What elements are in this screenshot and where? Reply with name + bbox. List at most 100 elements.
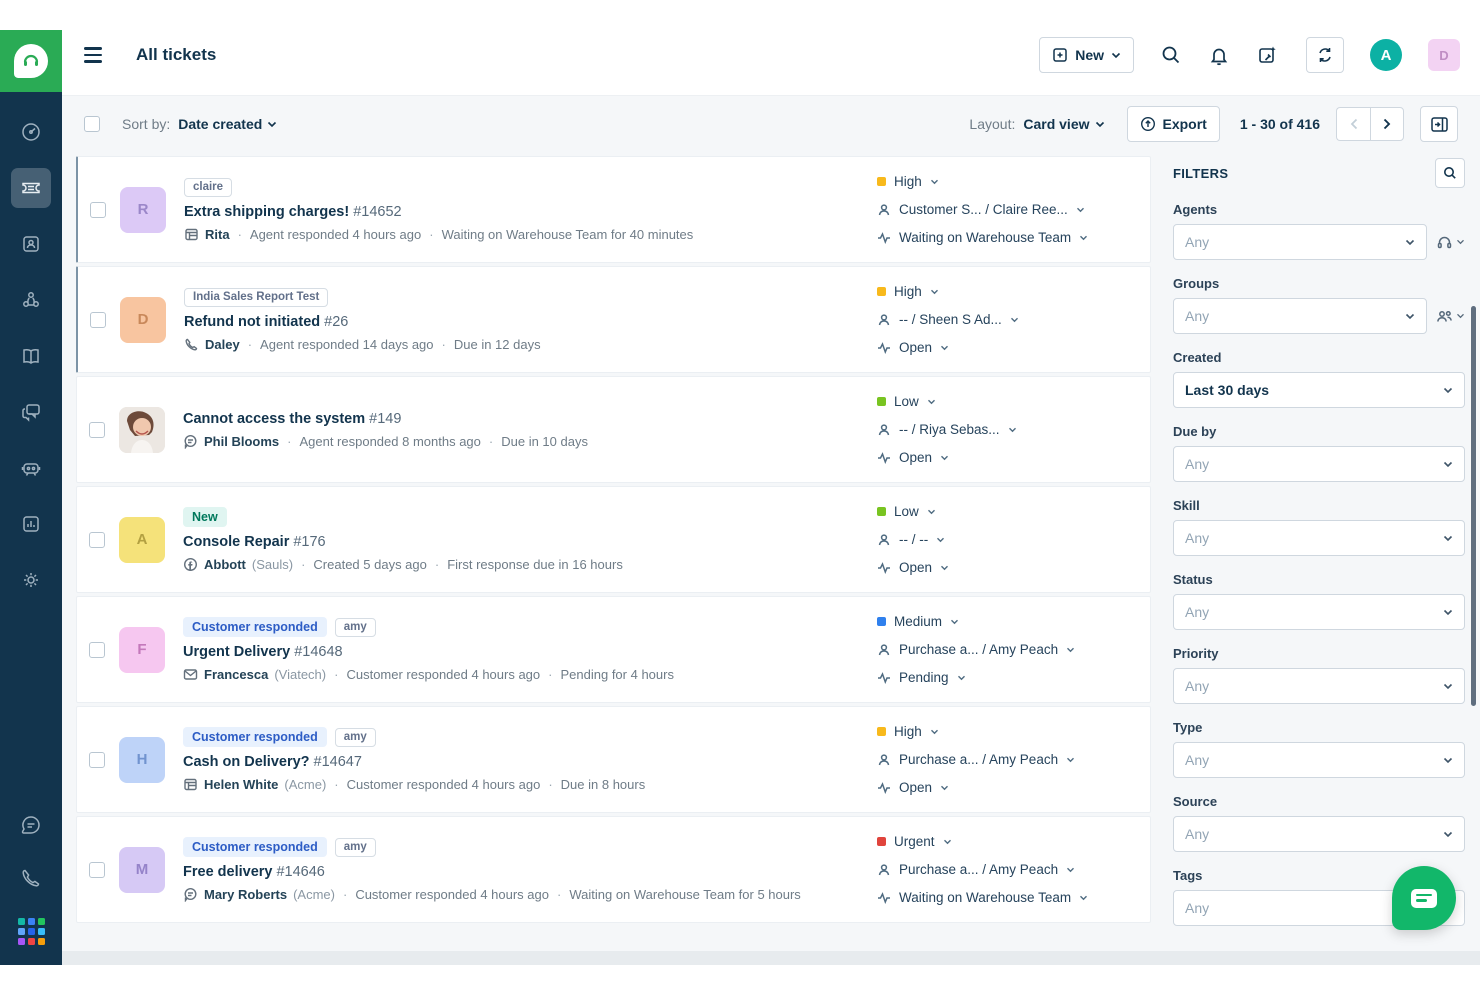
status-dropdown[interactable]: Open (877, 560, 1132, 575)
ticket-checkbox[interactable] (89, 531, 105, 548)
ticket-card[interactable]: H Customer responded amy Cash on Delivery… (76, 706, 1151, 813)
ticket-title-row[interactable]: Console Repair #176 (183, 534, 877, 550)
group-scope-dropdown[interactable] (1436, 309, 1465, 324)
meta-text: Agent responded 14 days ago (260, 336, 434, 352)
freshcaller-launcher[interactable] (20, 867, 42, 894)
ticket-checkbox[interactable] (90, 311, 106, 328)
priority-dropdown[interactable]: Medium (877, 614, 1132, 629)
ticket-card[interactable]: F Customer responded amy Urgent Delivery #… (76, 596, 1151, 703)
ticket-tag[interactable]: amy (334, 727, 376, 747)
status-value: Pending (899, 670, 949, 685)
ticket-card[interactable]: A New Console Repair #176 Abbott (Sauls) … (76, 486, 1151, 593)
select-all-checkbox[interactable] (84, 116, 100, 132)
sidebar-item-admin[interactable] (11, 560, 51, 600)
ticket-tag[interactable]: amy (334, 617, 376, 637)
prev-page-button[interactable] (1336, 107, 1370, 141)
sidebar-item-customers[interactable] (11, 280, 51, 320)
ticket-title-row[interactable]: Extra shipping charges! #14652 (184, 204, 877, 220)
chevron-down-icon (1067, 757, 1075, 762)
status-dropdown[interactable]: Waiting on Warehouse Team (877, 230, 1132, 245)
skill-select[interactable]: Any (1173, 520, 1465, 556)
freshchat-launcher[interactable] (19, 814, 43, 843)
ticket-checkbox[interactable] (89, 751, 105, 768)
priority-dropdown[interactable]: High (877, 724, 1132, 739)
ticket-card[interactable]: M Customer responded amy Free delivery #14… (76, 816, 1151, 923)
sort-by-dropdown[interactable]: Date created (178, 116, 277, 132)
ticket-checkbox[interactable] (89, 641, 105, 658)
due-by-select[interactable]: Any (1173, 446, 1465, 482)
app-switcher-icon[interactable] (17, 918, 45, 945)
sidebar-item-tickets[interactable] (11, 168, 51, 208)
assignee-dropdown[interactable]: Purchase a... / Amy Peach (877, 862, 1132, 877)
status-dropdown[interactable]: Open (877, 780, 1132, 795)
chat-widget-button[interactable] (1392, 866, 1456, 930)
priority-dropdown[interactable]: Urgent (877, 834, 1132, 849)
priority-dropdown[interactable]: Low (877, 394, 1132, 409)
status-dropdown[interactable]: Open (877, 450, 1132, 465)
assignee-dropdown[interactable]: -- / -- (877, 532, 1132, 547)
ticket-title: Urgent Delivery (183, 644, 291, 660)
groups-select[interactable]: Any (1173, 298, 1427, 334)
ticket-card[interactable]: D India Sales Report Test Refund not ini… (76, 266, 1151, 373)
assignee-value: Customer S... / Claire Ree... (899, 202, 1068, 217)
priority-dropdown[interactable]: Low (877, 504, 1132, 519)
filter-search-button[interactable] (1435, 158, 1465, 188)
horizontal-scrollbar-track[interactable] (62, 951, 1480, 965)
priority-select[interactable]: Any (1173, 668, 1465, 704)
global-search-button[interactable] (1160, 44, 1182, 66)
scrollbar-thumb[interactable] (1471, 306, 1476, 706)
ticket-tag[interactable]: claire (184, 177, 233, 197)
ticket-title-row[interactable]: Refund not initiated #26 (184, 314, 877, 330)
new-ticket-button[interactable]: New (1039, 37, 1134, 73)
agent-scope-dropdown[interactable] (1436, 234, 1465, 251)
ticket-title-row[interactable]: Cash on Delivery? #14647 (183, 754, 877, 770)
ticket-title-row[interactable]: Free delivery #14646 (183, 864, 877, 880)
created-select[interactable]: Last 30 days (1173, 372, 1465, 408)
status-dropdown[interactable]: Pending (877, 670, 1132, 685)
export-button[interactable]: Export (1126, 106, 1220, 142)
meta-text: Customer responded 4 hours ago (346, 777, 541, 792)
ticket-tag[interactable]: India Sales Report Test (184, 287, 329, 307)
ticket-card[interactable]: Cannot access the system #149 Phil Blooms… (76, 376, 1151, 483)
workspace-avatar[interactable]: A (1370, 39, 1402, 71)
portal-icon (184, 778, 197, 791)
source-select[interactable]: Any (1173, 816, 1465, 852)
type-select[interactable]: Any (1173, 742, 1465, 778)
collapse-ticket-list-icon[interactable] (84, 47, 104, 63)
next-page-button[interactable] (1370, 107, 1404, 141)
status-dropdown[interactable]: Waiting on Warehouse Team (877, 890, 1132, 905)
status-dropdown[interactable]: Open (877, 340, 1132, 355)
ticket-tag[interactable]: amy (334, 837, 376, 857)
agents-select[interactable]: Any (1173, 224, 1427, 260)
toggle-filter-panel-button[interactable] (1420, 106, 1458, 142)
ticket-title-row[interactable]: Urgent Delivery #14648 (183, 644, 877, 660)
ticket-card[interactable]: R claire Extra shipping charges! #14652 R… (76, 156, 1151, 263)
notifications-button[interactable] (1208, 44, 1230, 66)
assignee-dropdown[interactable]: -- / Sheen S Ad... (877, 312, 1132, 327)
user-avatar[interactable]: D (1428, 39, 1460, 71)
ticket-title-row[interactable]: Cannot access the system #149 (183, 411, 877, 427)
sidebar-item-forums[interactable] (11, 392, 51, 432)
ticket-checkbox[interactable] (89, 421, 105, 438)
sidebar-item-dashboard[interactable] (11, 112, 51, 152)
assignee-dropdown[interactable]: -- / Riya Sebas... (877, 422, 1132, 437)
ticket-checkbox[interactable] (90, 201, 106, 218)
priority-dropdown[interactable]: High (877, 174, 1132, 189)
layout-dropdown[interactable]: Card view (1023, 116, 1104, 132)
agent-icon (878, 753, 890, 765)
sync-button[interactable] (1306, 37, 1344, 73)
assignee-dropdown[interactable]: Customer S... / Claire Ree... (877, 202, 1132, 217)
sidebar-item-bots[interactable] (11, 448, 51, 488)
freshdesk-logo[interactable] (0, 30, 62, 92)
sidebar-item-contacts[interactable] (11, 224, 51, 264)
ticket-checkbox[interactable] (89, 861, 105, 878)
status-select[interactable]: Any (1173, 594, 1465, 630)
chevron-down-icon (951, 619, 959, 624)
copilot-button[interactable] (1256, 43, 1280, 67)
priority-dropdown[interactable]: High (877, 284, 1132, 299)
assignee-dropdown[interactable]: Purchase a... / Amy Peach (877, 752, 1132, 767)
sidebar-item-solutions[interactable] (11, 336, 51, 376)
sidebar-item-analytics[interactable] (11, 504, 51, 544)
book-icon (23, 348, 39, 364)
assignee-dropdown[interactable]: Purchase a... / Amy Peach (877, 642, 1132, 657)
